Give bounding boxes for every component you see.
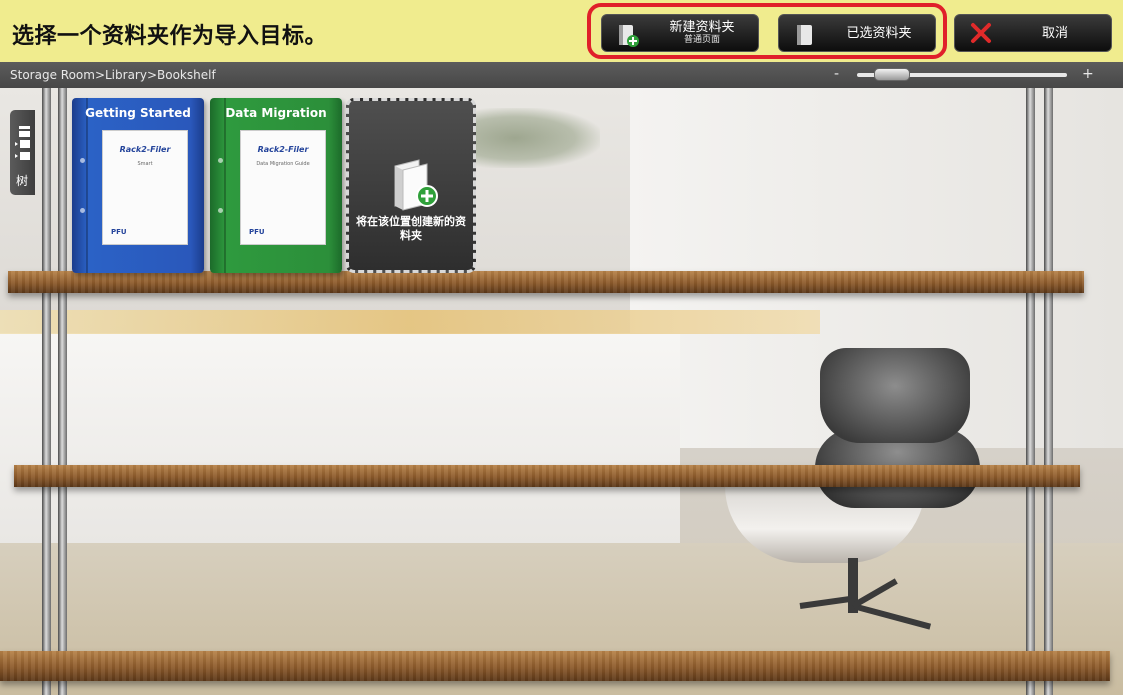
binder-spine xyxy=(86,98,88,273)
breadcrumb: Storage Room>Library>Bookshelf xyxy=(10,68,216,82)
binder-add-icon xyxy=(394,159,438,211)
background-wall xyxy=(0,333,680,543)
shelf-pole xyxy=(1044,88,1053,695)
folder-add-icon xyxy=(619,25,639,47)
binder-getting-started[interactable]: Getting Started Rack2-Filer Smart PFU xyxy=(72,98,204,273)
instruction-bar: 选择一个资料夹作为导入目标。 新建资料夹 普通页面 已选资料夹 取消 xyxy=(0,0,1123,62)
binder-ring xyxy=(218,208,223,213)
shelf-plank xyxy=(14,465,1080,487)
binder-cover-document: Rack2-Filer Data Migration Guide PFU xyxy=(240,130,326,245)
shelf-pole xyxy=(1026,88,1035,695)
zoom-in-button[interactable]: + xyxy=(1082,66,1094,82)
binder-data-migration[interactable]: Data Migration Rack2-Filer Data Migratio… xyxy=(210,98,342,273)
binder-spine xyxy=(224,98,226,273)
path-bar: Storage Room>Library>Bookshelf - + xyxy=(0,62,1123,88)
selected-folder-button[interactable]: 已选资料夹 xyxy=(778,14,936,52)
tree-tab-label: 树 xyxy=(16,174,29,188)
new-folder-sublabel: 普通页面 xyxy=(683,35,720,45)
shelf-pole xyxy=(42,88,51,695)
cancel-button[interactable]: 取消 xyxy=(954,14,1112,52)
binder-title: Data Migration xyxy=(225,106,327,120)
doc-maker: PFU xyxy=(111,228,127,236)
new-folder-button[interactable]: 新建资料夹 普通页面 xyxy=(601,14,759,52)
cancel-label: 取消 xyxy=(1041,26,1068,41)
selected-folder-label: 已选资料夹 xyxy=(846,26,912,41)
close-icon xyxy=(971,23,991,43)
folder-icon xyxy=(797,25,812,45)
doc-subtitle: Data Migration Guide xyxy=(256,161,310,167)
new-folder-slot[interactable]: 将在该位置创建新的资料夹 xyxy=(346,98,476,273)
doc-logo: Rack2-Filer xyxy=(257,145,309,154)
new-folder-label: 新建资料夹 xyxy=(669,20,735,35)
tree-panel-tab[interactable]: 树 xyxy=(10,110,35,195)
shelf-plank xyxy=(8,271,1084,293)
binder-ring xyxy=(80,208,85,213)
zoom-slider-thumb[interactable] xyxy=(874,68,910,81)
doc-subtitle: Smart xyxy=(137,161,153,167)
binder-ring xyxy=(80,158,85,163)
background-counter xyxy=(0,310,820,334)
tree-folder-icon xyxy=(15,126,30,160)
shelf-plank xyxy=(0,651,1110,681)
binder-cover-document: Rack2-Filer Smart PFU xyxy=(102,130,188,245)
zoom-out-button[interactable]: - xyxy=(834,66,839,82)
doc-logo: Rack2-Filer xyxy=(119,145,171,154)
binder-ring xyxy=(218,158,223,163)
instruction-text: 选择一个资料夹作为导入目标。 xyxy=(12,24,328,49)
binder-title: Getting Started xyxy=(85,106,191,120)
new-folder-slot-label: 将在该位置创建新的资料夹 xyxy=(356,215,466,242)
bookshelf-view: 树 Getting Started Rack2-Filer Smart PFU … xyxy=(0,88,1123,695)
chair-back xyxy=(820,348,970,443)
zoom-slider[interactable] xyxy=(857,68,1067,81)
doc-maker: PFU xyxy=(249,228,265,236)
shelf-pole xyxy=(58,88,67,695)
